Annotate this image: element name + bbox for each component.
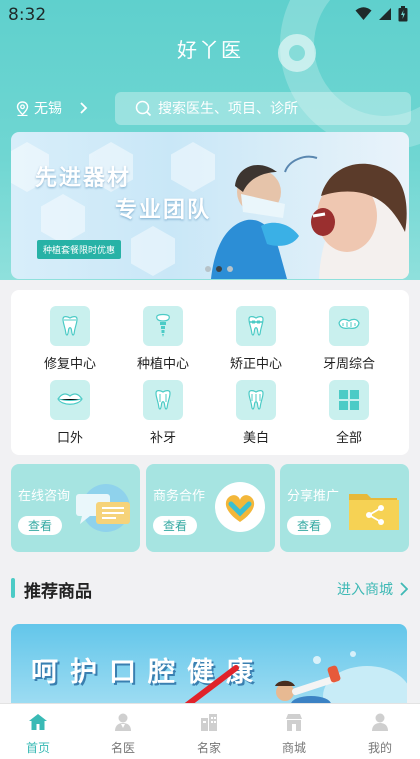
- banner-tag: 种植套餐限时优惠: [37, 240, 122, 259]
- category-label: 全部: [335, 431, 362, 446]
- tooth-crown-icon: [50, 306, 90, 346]
- share-folder-icon: [349, 494, 399, 530]
- enter-mall-link[interactable]: 进入商城: [337, 579, 408, 599]
- city-selector[interactable]: 无锡: [16, 98, 89, 118]
- braces-icon: [236, 306, 276, 346]
- user-icon: [372, 713, 388, 731]
- doctor-icon: [115, 713, 131, 731]
- handshake-heart-icon: [215, 482, 265, 532]
- enter-mall-label: 进入商城: [337, 582, 393, 598]
- tooth-filling-icon: [143, 380, 183, 420]
- section-title: 推荐商品: [24, 582, 92, 602]
- service-title: 在线咨询: [18, 489, 71, 504]
- category-label: 修复中心: [43, 357, 96, 372]
- service-title: 分享推广: [287, 489, 340, 504]
- city-label: 无锡: [34, 101, 62, 117]
- implant-icon: [143, 306, 183, 346]
- home-icon: [29, 714, 47, 730]
- category-label: 牙周综合: [322, 357, 375, 372]
- banner-hexagon: [41, 194, 85, 244]
- tab-clinics[interactable]: 名家: [179, 712, 239, 756]
- category-grid: 修复中心 种植中心 矫正中心 牙周综合 口外 补牙 美白 全部: [11, 290, 409, 455]
- chevron-right-icon: [400, 582, 408, 596]
- category-implant[interactable]: 种植中心: [121, 306, 205, 372]
- grid-icon: [329, 380, 369, 420]
- service-card-business[interactable]: 商务合作 查看: [146, 464, 275, 552]
- tab-store[interactable]: 商城: [264, 712, 324, 756]
- service-title: 商务合作: [153, 489, 206, 504]
- service-view-button[interactable]: 查看: [287, 516, 332, 535]
- category-filling[interactable]: 补牙: [121, 380, 205, 446]
- service-view-button[interactable]: 查看: [18, 516, 63, 535]
- category-label: 口外: [56, 431, 83, 446]
- category-label: 美白: [242, 431, 269, 446]
- banner-hexagon: [131, 226, 175, 276]
- carousel-dot: [227, 266, 233, 272]
- tab-label: 首页: [25, 741, 50, 755]
- chat-bubbles-icon: [76, 484, 130, 532]
- search-bar[interactable]: [115, 92, 411, 125]
- promo-illustration: [275, 651, 407, 704]
- status-bar: 8:32: [0, 0, 420, 30]
- bottom-tab-bar: 首页 名医 名家 商城 我的: [0, 703, 420, 759]
- signal-icon: [379, 8, 391, 20]
- building-icon: [201, 714, 217, 731]
- chevron-right-icon: [80, 102, 88, 114]
- category-whitening[interactable]: 美白: [214, 380, 298, 446]
- category-label: 矫正中心: [229, 357, 282, 372]
- gum-icon: [329, 306, 369, 346]
- service-card-share[interactable]: 分享推广 查看: [280, 464, 409, 552]
- service-card-consult[interactable]: 在线咨询 查看: [11, 464, 140, 552]
- banner-headline-2: 专业团队: [115, 198, 212, 223]
- category-orthodontics[interactable]: 矫正中心: [214, 306, 298, 372]
- tab-label: 商城: [281, 741, 306, 755]
- tab-doctors[interactable]: 名医: [93, 712, 153, 756]
- category-repair[interactable]: 修复中心: [28, 306, 112, 372]
- carousel-dot: [205, 266, 211, 272]
- carousel-dot-active: [216, 266, 222, 272]
- search-icon: [135, 100, 152, 117]
- category-label: 补牙: [149, 431, 176, 446]
- battery-icon: [398, 6, 408, 22]
- tab-label: 我的: [367, 741, 392, 755]
- store-icon: [286, 714, 302, 731]
- category-oral-surgery[interactable]: 口外: [28, 380, 112, 446]
- tab-label: 名医: [110, 741, 135, 755]
- wifi-icon: [355, 7, 372, 20]
- banner-dentist-photo: [211, 155, 409, 279]
- category-periodontal[interactable]: 牙周综合: [307, 306, 391, 372]
- lips-icon: [50, 380, 90, 420]
- tab-home[interactable]: 首页: [8, 712, 68, 756]
- carousel-indicator: [205, 266, 233, 272]
- promo-banner[interactable]: 先进器材 专业团队 种植套餐限时优惠: [11, 132, 409, 279]
- section-accent-bar: [11, 578, 15, 598]
- banner-headline-1: 先进器材: [35, 166, 132, 191]
- service-view-button[interactable]: 查看: [153, 516, 198, 535]
- category-label: 种植中心: [136, 357, 189, 372]
- category-all[interactable]: 全部: [307, 380, 391, 446]
- tab-profile[interactable]: 我的: [350, 712, 410, 756]
- location-pin-icon: [16, 100, 29, 116]
- app-title: 好丫医: [177, 38, 243, 62]
- tab-label: 名家: [196, 741, 221, 755]
- status-time: 8:32: [8, 5, 47, 25]
- whitening-icon: [236, 380, 276, 420]
- search-input[interactable]: [158, 100, 388, 117]
- status-icons: [355, 6, 408, 22]
